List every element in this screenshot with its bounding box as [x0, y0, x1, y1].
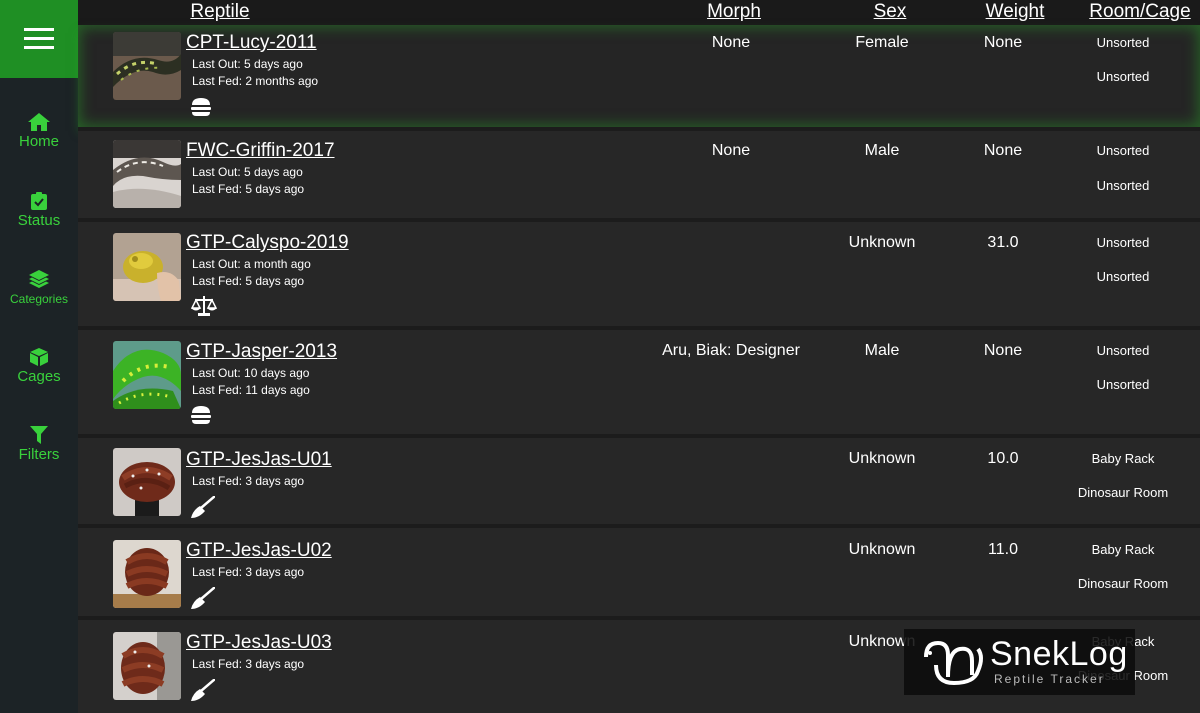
weight-cell: None: [983, 342, 1023, 359]
snake-logo-icon: [924, 640, 983, 686]
last-fed-text: Last Fed: 3 days ago: [192, 474, 305, 488]
last-fed-text: Last Fed: 5 days ago: [192, 274, 305, 288]
reptile-name-link[interactable]: FWC-Griffin-2017: [186, 140, 335, 162]
table-row[interactable]: FWC-Griffin-2017 Last Out: 5 days ago La…: [78, 131, 1200, 218]
sex-cell: Female: [855, 34, 909, 51]
header-morph[interactable]: Morph: [707, 1, 761, 23]
cage-cell: Unsorted: [1096, 269, 1150, 284]
reptile-name-link[interactable]: CPT-Lucy-2011: [186, 32, 317, 54]
weight-cell: 10.0: [987, 450, 1019, 467]
table-row[interactable]: CPT-Lucy-2011 Last Out: 5 days ago Last …: [78, 25, 1200, 127]
morph-cell: None: [711, 142, 751, 159]
nav-categories[interactable]: Categories: [0, 270, 78, 308]
header-reptile[interactable]: Reptile: [190, 1, 249, 23]
room-cell: Unsorted: [1096, 235, 1150, 250]
room-cell: Unsorted: [1096, 35, 1150, 50]
last-fed-text: Last Fed: 3 days ago: [192, 565, 305, 579]
cage-cell: Dinosaur Room: [1077, 485, 1169, 500]
reptile-photo[interactable]: [113, 540, 181, 608]
header-room-cage[interactable]: Room/Cage: [1089, 1, 1190, 23]
broom-icon: [191, 679, 215, 701]
weight-cell: 11.0: [988, 541, 1018, 558]
last-out-text: Last Out: 10 days ago: [192, 366, 310, 380]
header-sex[interactable]: Sex: [874, 1, 907, 23]
room-cell: Baby Rack: [1091, 542, 1155, 557]
reptile-photo[interactable]: [113, 341, 181, 409]
nav-status-label: Status: [17, 212, 61, 229]
nav-filters-label: Filters: [18, 446, 60, 463]
nav-home-label: Home: [18, 133, 59, 150]
table-row[interactable]: GTP-JesJas-U01 Last Fed: 3 days ago Unkn…: [78, 438, 1200, 524]
burger-icon: [191, 98, 211, 116]
reptile-photo[interactable]: [113, 140, 181, 208]
reptile-name-link[interactable]: GTP-JesJas-U02: [186, 540, 332, 562]
morph-cell: None: [711, 34, 751, 51]
last-fed-text: Last Fed: 2 months ago: [192, 74, 319, 88]
cage-cell: Unsorted: [1096, 377, 1150, 392]
hamburger-icon: [24, 28, 54, 49]
table-header: Reptile Morph Sex Weight Room/Cage: [78, 0, 1200, 25]
nav-cages[interactable]: Cages: [0, 348, 78, 386]
last-out-text: Last Out: a month ago: [192, 257, 311, 271]
reptile-photo[interactable]: [113, 32, 181, 100]
weight-cell: None: [983, 142, 1023, 159]
sex-cell: Unknown: [848, 541, 916, 558]
sex-cell: Unknown: [848, 234, 916, 251]
header-weight[interactable]: Weight: [986, 1, 1045, 23]
cube-icon: [30, 348, 48, 366]
sneklog-watermark: SnekLog Reptile Tracker: [904, 629, 1135, 695]
home-icon: [28, 113, 50, 131]
table-row[interactable]: GTP-Calyspo-2019 Last Out: a month ago L…: [78, 222, 1200, 326]
sex-cell: Male: [864, 142, 900, 159]
last-out-text: Last Out: 5 days ago: [192, 57, 303, 71]
layers-icon: [29, 270, 49, 288]
sex-cell: Unknown: [848, 450, 916, 467]
table-row[interactable]: GTP-JesJas-U02 Last Fed: 3 days ago Unkn…: [78, 528, 1200, 616]
reptile-photo[interactable]: [113, 632, 181, 700]
scale-icon: [191, 296, 217, 316]
room-cell: Baby Rack: [1091, 451, 1155, 466]
nav-status[interactable]: Status: [0, 192, 78, 230]
nav-categories-label: Categories: [9, 292, 69, 306]
reptile-name-link[interactable]: GTP-Calyspo-2019: [186, 232, 349, 254]
last-fed-text: Last Fed: 11 days ago: [192, 383, 310, 397]
reptile-photo[interactable]: [113, 233, 181, 301]
reptile-name-link[interactable]: GTP-Jasper-2013: [186, 341, 337, 363]
last-out-text: Last Out: 5 days ago: [192, 165, 303, 179]
sidebar: Home Status Categories Cages Filters: [0, 0, 78, 713]
watermark-title: SnekLog: [990, 635, 1128, 673]
broom-icon: [191, 587, 215, 609]
cage-cell: Dinosaur Room: [1077, 576, 1169, 591]
sex-cell: Male: [864, 342, 900, 359]
weight-cell: 31.0: [987, 234, 1019, 251]
burger-icon: [191, 406, 211, 424]
cage-cell: Unsorted: [1096, 178, 1150, 193]
nav-filters[interactable]: Filters: [0, 426, 78, 464]
reptile-name-link[interactable]: GTP-JesJas-U01: [186, 449, 332, 471]
weight-cell: None: [983, 34, 1023, 51]
room-cell: Unsorted: [1096, 143, 1150, 158]
filter-icon: [30, 426, 48, 444]
menu-toggle-button[interactable]: [0, 0, 78, 78]
room-cell: Unsorted: [1096, 343, 1150, 358]
table-row[interactable]: GTP-Jasper-2013 Last Out: 10 days ago La…: [78, 330, 1200, 434]
watermark-subtitle: Reptile Tracker: [994, 672, 1105, 686]
last-fed-text: Last Fed: 3 days ago: [192, 657, 305, 671]
nav-home[interactable]: Home: [0, 113, 78, 151]
broom-icon: [191, 496, 215, 518]
last-fed-text: Last Fed: 5 days ago: [192, 182, 305, 196]
clipboard-check-icon: [31, 192, 47, 210]
reptile-name-link[interactable]: GTP-JesJas-U03: [186, 632, 332, 654]
nav-cages-label: Cages: [17, 368, 61, 385]
reptile-photo[interactable]: [113, 448, 181, 516]
morph-cell: Aru, Biak: Designer: [662, 342, 800, 359]
cage-cell: Unsorted: [1096, 69, 1150, 84]
